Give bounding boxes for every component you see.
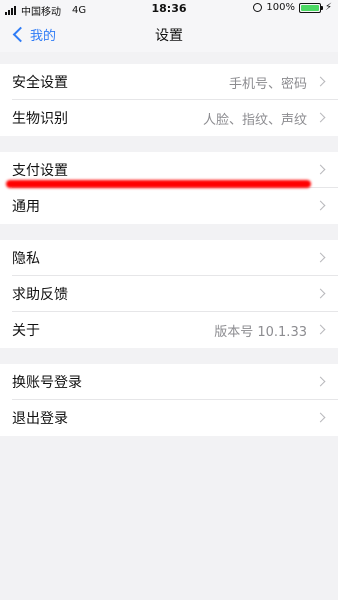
row-label: 安全设置 [12, 75, 68, 91]
status-right: 100% ⚡ [253, 2, 332, 13]
row-label: 通用 [12, 199, 40, 215]
version-value: 版本号 10.1.33 [214, 324, 307, 340]
page-title: 设置 [155, 28, 183, 44]
row-label: 生物识别 [12, 111, 68, 127]
chevron-right-icon [315, 288, 326, 299]
settings-row-security[interactable]: 安全设置 手机号、密码 [0, 64, 338, 100]
settings-row-logout[interactable]: 退出登录 [0, 400, 338, 436]
row-label: 支付设置 [12, 163, 68, 179]
row-label: 换账号登录 [12, 375, 82, 391]
settings-row-about[interactable]: 关于 版本号 10.1.33 [0, 312, 338, 348]
settings-group-payment: 支付设置 通用 [0, 152, 338, 224]
settings-group-account: 安全设置 手机号、密码 生物识别 人脸、指纹、声纹 [0, 64, 338, 136]
chevron-right-icon [315, 324, 326, 335]
chevron-right-icon [315, 412, 326, 423]
row-value: 人脸、指纹、声纹 [202, 112, 307, 128]
orientation-lock-icon [253, 3, 263, 12]
chevron-right-icon [315, 376, 326, 387]
charging-icon: ⚡ [324, 2, 332, 13]
chevron-right-icon [315, 76, 326, 87]
row-label: 退出登录 [12, 411, 68, 427]
chevron-right-icon [315, 164, 326, 175]
settings-row-general[interactable]: 通用 [0, 188, 338, 224]
settings-row-privacy[interactable]: 隐私 [0, 240, 338, 276]
row-label: 求助反馈 [12, 287, 68, 303]
row-value: 手机号、密码 [228, 76, 307, 92]
chevron-right-icon [315, 112, 326, 123]
battery-fill [300, 4, 319, 11]
settings-row-feedback[interactable]: 求助反馈 [0, 276, 338, 312]
battery-icon [298, 2, 323, 13]
nav-bar: 我的 设置 [0, 18, 338, 52]
settings-group-info: 隐私 求助反馈 关于 版本号 10.1.33 [0, 240, 338, 348]
row-label: 隐私 [12, 251, 40, 267]
settings-row-biometrics[interactable]: 生物识别 人脸、指纹、声纹 [0, 100, 338, 136]
chevron-right-icon [315, 200, 326, 211]
battery-percent: 100% [266, 2, 295, 13]
row-label: 关于 [12, 323, 40, 339]
settings-row-switch-account[interactable]: 换账号登录 [0, 364, 338, 400]
settings-group-session: 换账号登录 退出登录 [0, 364, 338, 436]
chevron-right-icon [315, 252, 326, 263]
status-bar: 中国移动 4G 18:36 100% ⚡ [0, 0, 338, 18]
red-highlight-mark [6, 180, 311, 188]
